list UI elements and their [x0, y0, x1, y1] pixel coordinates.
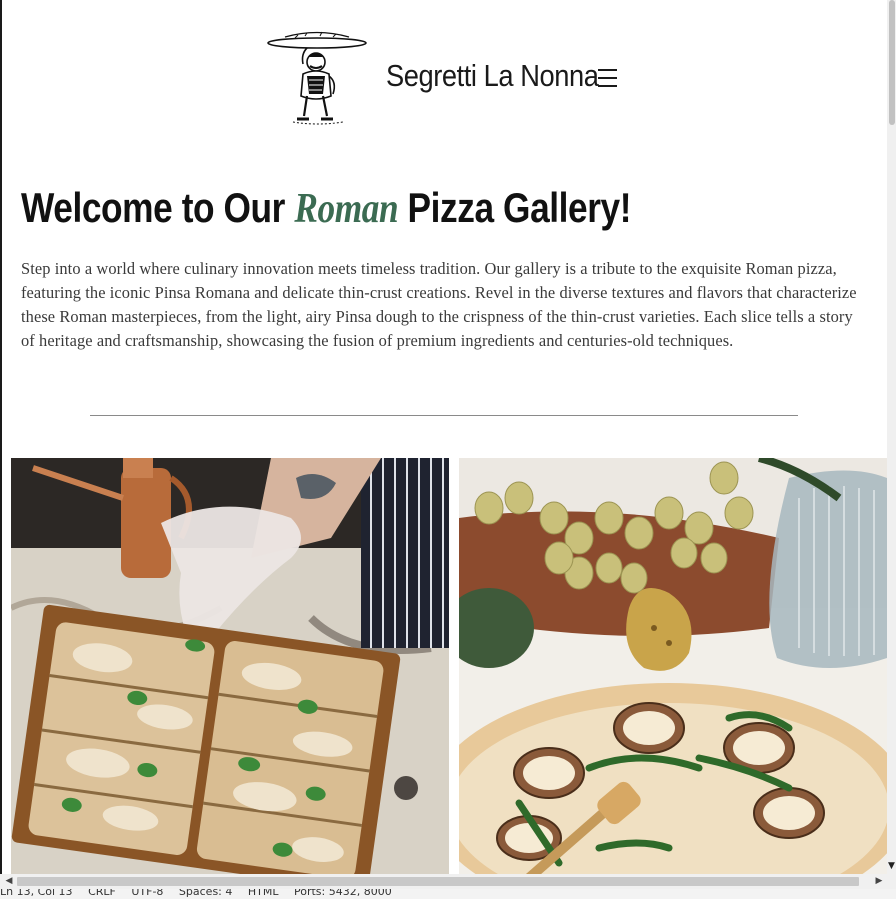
title-highlight: Roman: [294, 186, 399, 232]
horizontal-scroll-thumb[interactable]: [17, 877, 859, 886]
title-after: Pizza Gallery!: [398, 184, 632, 231]
status-language-mode[interactable]: HTML: [248, 889, 279, 898]
section-divider: [90, 415, 798, 416]
status-ports[interactable]: Ports: 5432, 8000: [294, 889, 392, 898]
pear-thin-crust-pizza-photo[interactable]: [459, 458, 887, 874]
chef-pizza-logo[interactable]: [265, 26, 369, 128]
status-encoding[interactable]: UTF-8: [131, 889, 163, 898]
scroll-right-arrow-icon[interactable]: ▶: [872, 874, 886, 889]
hamburger-menu-icon[interactable]: [598, 64, 622, 92]
site-title[interactable]: Segretti La Nonna: [386, 58, 599, 94]
scroll-left-arrow-icon[interactable]: ◀: [2, 874, 16, 889]
status-indentation[interactable]: Spaces: 4: [179, 889, 232, 898]
editor-status-bar: Ln 13, Col 13 CRLF UTF-8 Spaces: 4 HTML …: [0, 889, 896, 899]
title-before: Welcome to Our: [21, 184, 295, 231]
site-header: Segretti La Nonna: [0, 0, 887, 150]
vertical-scroll-thumb[interactable]: [889, 0, 895, 125]
vertical-scrollbar[interactable]: [887, 0, 896, 874]
pinsa-on-wooden-board-photo[interactable]: [11, 458, 449, 874]
gallery-intro: Step into a world where culinary innovat…: [21, 259, 857, 350]
status-line-ending[interactable]: CRLF: [88, 889, 116, 898]
status-cursor-position[interactable]: Ln 13, Col 13: [0, 889, 73, 898]
scroll-down-arrow-icon[interactable]: ▼: [887, 858, 896, 874]
page-title: Welcome to Our Roman Pizza Gallery!: [21, 184, 632, 233]
